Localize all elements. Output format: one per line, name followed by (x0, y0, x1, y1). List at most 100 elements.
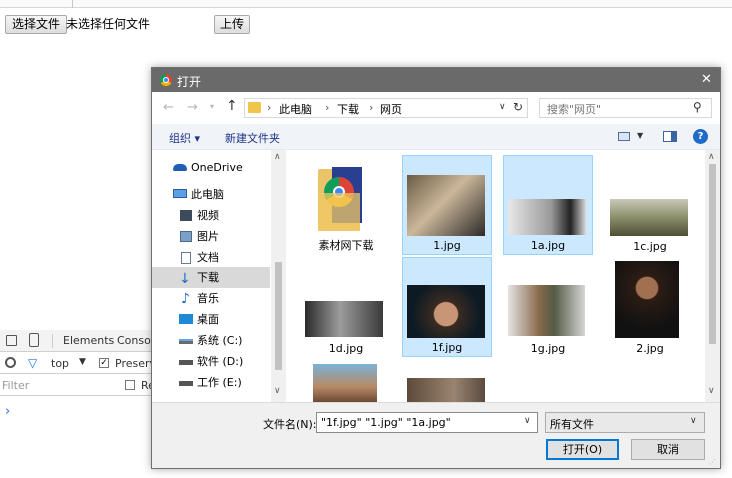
file-item[interactable]: 1a.jpg (503, 155, 593, 255)
photo-thumbnail (508, 199, 586, 235)
filter-icon[interactable]: ▽ (28, 356, 37, 370)
breadcrumb-item[interactable]: 网页 (380, 101, 402, 117)
dialog-title-bar[interactable]: 打开 ✕ (152, 68, 720, 92)
view-options-icon[interactable] (618, 132, 630, 141)
file-name: 素材网下载 (318, 239, 374, 252)
resize-grip-icon[interactable]: ⋰ (709, 458, 716, 466)
sidebar-item-onedrive[interactable]: OneDrive (152, 157, 270, 178)
sidebar-item-label: 系统 (C:) (197, 334, 243, 347)
search-input[interactable]: 搜索"网页" (547, 101, 601, 117)
choose-file-button[interactable]: 选择文件 (5, 15, 68, 34)
sidebar-item-documents[interactable]: 文档 (152, 247, 270, 268)
chevron-down-icon[interactable]: ∨ (524, 416, 531, 426)
content-scrollbar[interactable]: ∧ ∨ (705, 150, 720, 402)
scroll-down-icon[interactable]: ∨ (274, 386, 281, 396)
filename-input[interactable]: "1f.jpg" "1.jpg" "1a.jpg" (321, 416, 451, 429)
navigation-scrollbar[interactable]: ∧ ∨ (271, 150, 286, 402)
address-box[interactable]: › 此电脑 › 下载 › 网页 ∨ ↻ (244, 98, 528, 118)
sidebar-item-pictures[interactable]: 图片 (152, 226, 270, 247)
scrollbar-thumb[interactable] (709, 164, 716, 344)
chrome-icon (160, 74, 172, 86)
sidebar-item-this-pc[interactable]: 此电脑 (152, 184, 270, 205)
cancel-button[interactable]: 取消 (631, 439, 705, 460)
tab-elements[interactable]: Elements (63, 334, 114, 347)
sidebar-item-label: 工作 (E:) (197, 376, 242, 389)
sidebar-item-label: 软件 (D:) (197, 355, 244, 368)
file-name: 1g.jpg (530, 342, 566, 355)
up-arrow-icon[interactable]: ↑ (226, 98, 238, 114)
console-toolbar: ▽ top ▼ ✓ Preserve (0, 352, 163, 374)
help-icon[interactable]: ? (693, 129, 708, 144)
chevron-down-icon[interactable]: ▼ (637, 131, 643, 140)
file-name: 1a.jpg (530, 239, 566, 252)
file-item[interactable]: 1d.jpg (301, 257, 391, 357)
sidebar-item-label: 文档 (197, 251, 219, 264)
folder-icon (318, 163, 366, 233)
regex-checkbox[interactable] (125, 380, 135, 390)
inspect-element-icon[interactable] (6, 335, 17, 346)
file-item[interactable]: 2.jpg (605, 257, 695, 357)
context-select[interactable]: top (51, 357, 69, 370)
file-item[interactable]: 1c.jpg (605, 155, 695, 255)
sidebar-item-label: 桌面 (197, 313, 219, 326)
system-drive-icon (179, 339, 193, 344)
device-toolbar-icon[interactable] (29, 333, 39, 347)
file-item[interactable]: 素材网下载 (301, 155, 391, 255)
sidebar-item-label: 视频 (197, 209, 219, 222)
devtools-panel: Elements Console ▽ top ▼ ✓ Preserve Filt… (0, 330, 163, 478)
console-prompt[interactable]: › (5, 404, 10, 419)
forward-arrow-icon[interactable]: → (187, 100, 198, 115)
scrollbar-thumb[interactable] (275, 262, 282, 370)
desktop-folder-icon (179, 314, 193, 324)
file-item[interactable]: 1g.jpg (503, 257, 593, 357)
close-icon[interactable]: ✕ (701, 72, 712, 87)
file-item[interactable]: 1.jpg (402, 155, 492, 255)
filetype-value: 所有文件 (550, 418, 594, 431)
sidebar-item-drive-c[interactable]: 系统 (C:) (152, 330, 270, 351)
computer-icon (173, 189, 187, 198)
photo-thumbnail (407, 378, 485, 402)
chevron-down-icon[interactable]: ∨ (499, 102, 506, 112)
no-file-text: 未选择任何文件 (66, 17, 151, 31)
sidebar-item-drive-d[interactable]: 软件 (D:) (152, 351, 270, 372)
scroll-up-icon[interactable]: ∧ (708, 152, 715, 162)
file-name: 2.jpg (636, 342, 664, 355)
search-box[interactable]: 搜索"网页" ⚲ (539, 98, 712, 118)
breadcrumb-item[interactable]: 下载 (337, 101, 359, 117)
filter-input[interactable]: Filter (2, 379, 29, 392)
scroll-down-icon[interactable]: ∨ (708, 386, 715, 396)
new-folder-button[interactable]: 新建文件夹 (225, 130, 280, 146)
file-name: 1d.jpg (328, 342, 364, 355)
search-icon[interactable]: ⚲ (693, 100, 702, 114)
dialog-title: 打开 (177, 75, 202, 89)
sidebar-item-label: 此电脑 (191, 188, 224, 201)
download-folder-icon: ↓ (179, 271, 191, 287)
preserve-log-checkbox[interactable]: ✓ (99, 358, 109, 368)
filetype-select[interactable]: 所有文件 ∨ (545, 412, 705, 433)
sidebar-item-music[interactable]: ♪ 音乐 (152, 288, 270, 309)
chevron-down-icon: ∨ (690, 416, 697, 426)
sidebar-item-drive-e[interactable]: 工作 (E:) (152, 372, 270, 393)
breadcrumb-separator: › (267, 101, 272, 114)
sidebar-item-desktop[interactable]: 桌面 (152, 309, 270, 330)
open-button[interactable]: 打开(O) (546, 439, 619, 460)
sidebar-item-videos[interactable]: 视频 (152, 205, 270, 226)
filename-input-box[interactable]: "1f.jpg" "1.jpg" "1a.jpg" ∨ (316, 412, 538, 433)
drive-icon (179, 360, 193, 365)
preview-pane-icon[interactable] (663, 131, 677, 142)
chevron-down-icon: ▼ (79, 357, 86, 367)
file-item[interactable]: 1f.jpg (402, 257, 492, 357)
breadcrumb-item[interactable]: 此电脑 (279, 101, 312, 117)
document-folder-icon (181, 252, 191, 264)
upload-button[interactable]: 上传 (214, 15, 250, 34)
browser-top-strip (0, 0, 732, 8)
clear-console-icon[interactable] (5, 357, 16, 368)
console-filter-bar: Filter Re (0, 374, 155, 396)
scroll-up-icon[interactable]: ∧ (274, 152, 281, 162)
organize-button[interactable]: 组织 ▾ (169, 130, 200, 146)
sidebar-item-label: OneDrive (191, 161, 243, 174)
back-arrow-icon[interactable]: ← (163, 100, 174, 115)
sidebar-item-downloads[interactable]: ↓ 下载 (152, 267, 270, 288)
recent-locations-icon[interactable]: ▾ (210, 102, 214, 111)
refresh-icon[interactable]: ↻ (513, 100, 523, 114)
